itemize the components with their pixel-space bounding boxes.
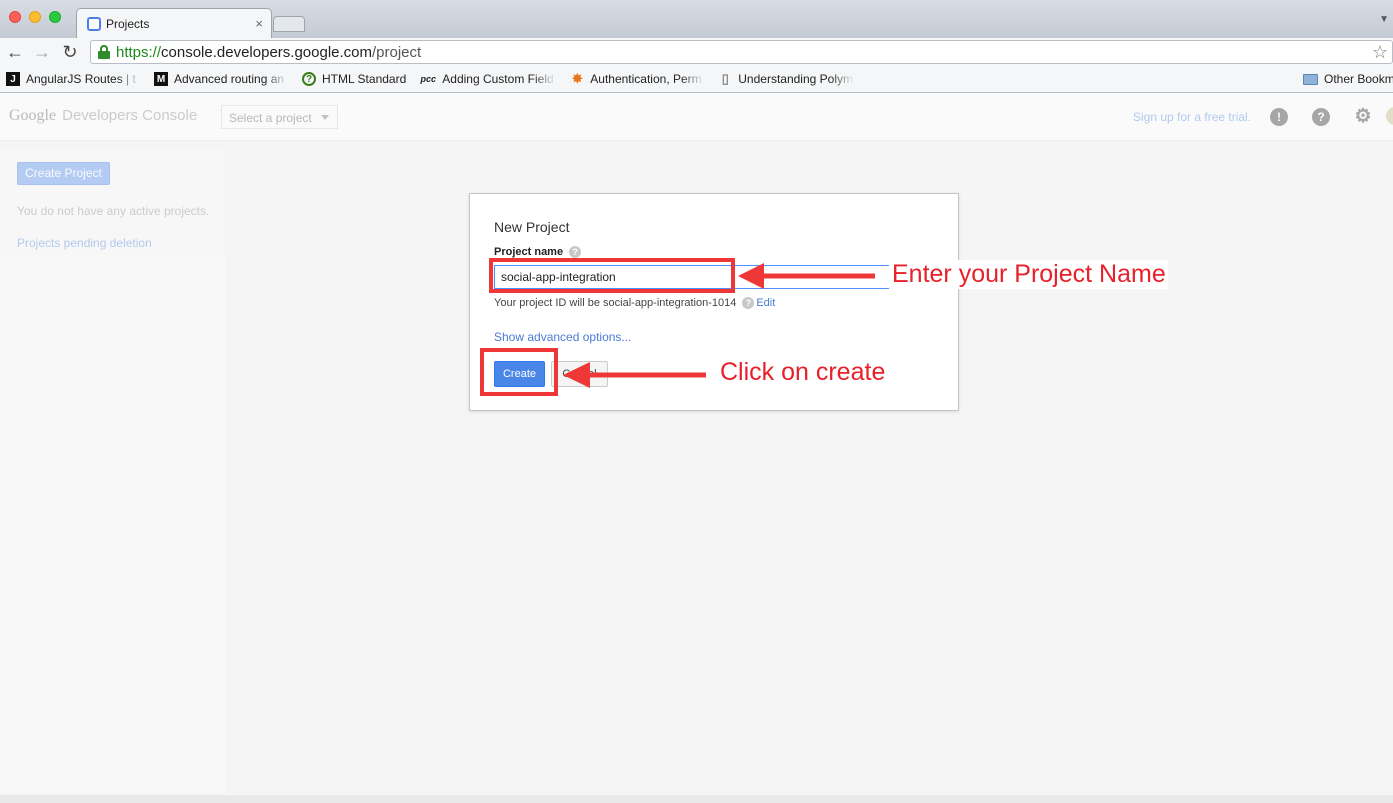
pending-deletion-link[interactable]: Projects pending deletion [17,236,152,250]
help-icon[interactable]: ? [569,246,582,258]
bottom-edge [0,795,1393,803]
chevron-down-icon[interactable]: ▼ [1379,14,1389,25]
free-trial-link[interactable]: Sign up for a free trial. [1133,110,1251,124]
gear-icon[interactable]: ⚙ [1354,107,1372,126]
highlight-box-project-name [489,258,735,293]
bookmark-favicon-icon: M [154,72,168,86]
notification-icon[interactable]: ! [1270,108,1288,126]
bookmark-advanced-routing[interactable]: M Advanced routing an [154,72,288,86]
bookmark-favicon-icon: pcc [420,74,437,84]
address-bar[interactable]: https://console.developers.google.com/pr… [90,40,1393,64]
help-icon[interactable]: ? [742,297,755,309]
callout-click-create: Click on create [720,358,886,386]
forward-arrow-icon[interactable]: → [31,41,53,63]
project-sidebar: Create Project You do not have any activ… [0,149,225,794]
avatar[interactable] [1386,107,1393,125]
bookmarks-bar: J AngularJS Routes | t M Advanced routin… [0,66,1393,93]
project-select-dropdown[interactable]: Select a project [221,105,338,129]
reload-icon[interactable]: ↻ [59,41,81,63]
back-arrow-icon[interactable]: ← [4,41,26,63]
create-project-button[interactable]: Create Project [17,162,110,185]
tab-close-icon[interactable]: × [255,16,263,31]
other-bookmarks-folder[interactable]: Other Bookm [1303,72,1393,86]
bookmark-authentication[interactable]: ✸ Authentication, Perm [570,72,704,86]
document-icon: ▯ [721,72,729,86]
tab-title: Projects [106,16,150,31]
no-projects-message: You do not have any active projects. [17,204,210,218]
project-name-label: Project name ? [494,246,582,258]
show-advanced-options-link[interactable]: Show advanced options... [494,330,631,344]
highlight-box-create [480,348,558,396]
console-header: Google Developers Console Select a projec… [0,93,1393,141]
bookmark-favicon-icon: ✸ [571,72,583,86]
bookmark-html-standard[interactable]: ? HTML Standard [302,72,406,86]
folder-icon [1303,73,1318,85]
console-page: Google Developers Console Select a projec… [0,93,1393,803]
project-id-hint: Your project ID will be social-app-integ… [494,297,776,309]
zoom-window-button[interactable] [49,11,61,23]
bookmark-favicon-icon: ? [302,72,316,86]
callout-enter-project-name: Enter your Project Name [890,260,1168,289]
minimize-window-button[interactable] [29,11,41,23]
help-icon[interactable]: ? [1312,108,1330,126]
close-window-button[interactable] [9,11,21,23]
bookmark-favicon-icon: J [6,72,20,86]
browser-tab-projects[interactable]: Projects × [76,8,272,38]
url-text: https://console.developers.google.com/pr… [116,43,422,61]
caret-down-icon [321,115,329,120]
bookmark-custom-field[interactable]: pcc Adding Custom Field [420,72,556,86]
browser-titlebar: Projects × ▼ [0,0,1393,38]
new-tab-button[interactable] [273,16,305,32]
edit-project-id-link[interactable]: Edit [756,297,775,309]
developers-console-icon [87,16,101,31]
browser-toolbar: ← → ↻ https://console.developers.google.… [0,38,1393,66]
bookmark-angularjs[interactable]: J AngularJS Routes | t [6,72,140,86]
bookmark-understanding-polymer[interactable]: ▯ Understanding Polym [718,72,854,86]
cancel-button[interactable]: Cancel [551,361,608,387]
dialog-title: New Project [494,219,570,235]
google-logo[interactable]: Google Developers Console [9,107,197,125]
bookmark-star-icon[interactable]: ☆ [1372,42,1388,63]
lock-icon [97,45,111,59]
